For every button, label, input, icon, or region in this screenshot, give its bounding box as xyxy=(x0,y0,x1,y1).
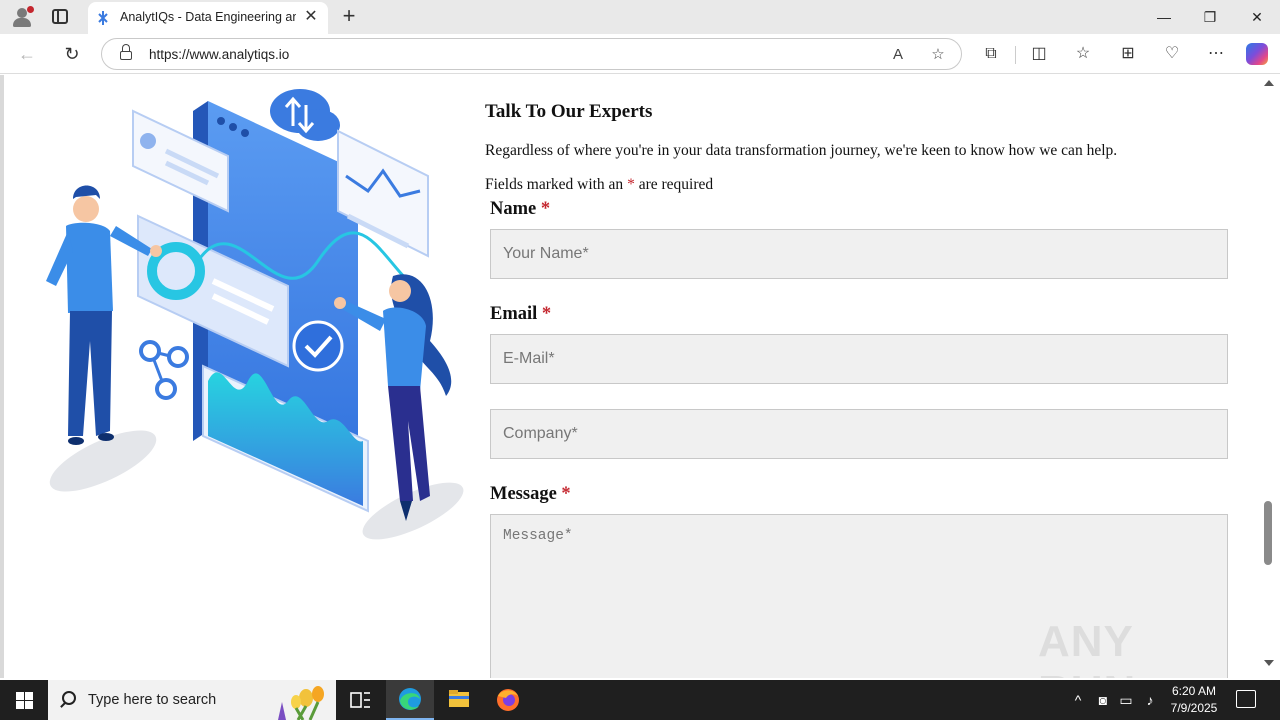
url-text[interactable]: https://www.analytiqs.io xyxy=(149,47,289,62)
extensions-icon[interactable]: ⧉ xyxy=(979,42,1003,66)
anyrun-watermark: ANY RUN xyxy=(1038,611,1233,678)
favorites-icon[interactable]: ☆ xyxy=(1071,42,1095,66)
browser-essentials-icon[interactable]: ♡ xyxy=(1160,42,1184,66)
name-label: Name * xyxy=(490,199,550,220)
form-intro: Regardless of where you're in your data … xyxy=(485,142,1118,159)
refresh-icon[interactable]: ↻ xyxy=(58,40,86,68)
file-explorer-icon[interactable] xyxy=(435,680,483,720)
edge-icon[interactable] xyxy=(386,680,434,720)
required-note-prefix: Fields marked with an xyxy=(485,176,624,193)
page-viewport: Talk To Our Experts Regardless of where … xyxy=(0,75,1280,678)
contact-form: Talk To Our Experts Regardless of where … xyxy=(485,75,1245,678)
minimize-button[interactable]: — xyxy=(1141,0,1187,34)
browser-toolbar: ← ↻ https://www.analytiqs.io A ☆ ⧉ ◫ ☆ ⊞… xyxy=(0,34,1280,74)
tray-chevron-icon[interactable]: ^ xyxy=(1068,690,1088,710)
name-input[interactable] xyxy=(490,229,1228,279)
message-label-text: Message xyxy=(490,484,557,504)
scroll-down-arrow-icon[interactable] xyxy=(1264,660,1274,666)
email-label: Email * xyxy=(490,304,551,325)
read-aloud-icon[interactable]: A xyxy=(886,43,910,67)
required-fields-note: Fields marked with an * are required xyxy=(485,176,713,194)
firefox-icon[interactable] xyxy=(484,680,532,720)
name-required-star: * xyxy=(540,199,551,219)
more-icon[interactable]: ⋯ xyxy=(1204,42,1228,66)
task-view-icon[interactable] xyxy=(336,680,384,720)
message-required-star: * xyxy=(561,484,571,504)
close-window-button[interactable]: ✕ xyxy=(1234,0,1280,34)
taskbar-clock[interactable]: 6:20 AM 7/9/2025 xyxy=(1166,683,1222,717)
scroll-up-arrow-icon[interactable] xyxy=(1264,80,1274,86)
scrollbar-thumb[interactable] xyxy=(1264,501,1272,565)
address-bar[interactable]: https://www.analytiqs.io A ☆ xyxy=(101,38,962,70)
search-icon xyxy=(62,691,76,705)
browser-tab[interactable]: AnalytIQs - Data Engineering and ✕ xyxy=(88,2,328,34)
email-required-star: * xyxy=(541,304,552,324)
taskbar-search-box[interactable]: Type here to search xyxy=(48,680,336,720)
browser-tab-bar: AnalytIQs - Data Engineering and ✕ + — ❐… xyxy=(0,0,1280,34)
volume-icon[interactable]: ♪ xyxy=(1140,690,1160,710)
tab-close-button[interactable]: ✕ xyxy=(302,8,320,26)
meet-now-icon[interactable]: ◙ xyxy=(1093,690,1113,710)
page-left-border xyxy=(0,75,4,678)
collections-icon[interactable]: ⊞ xyxy=(1116,42,1140,66)
favorite-star-icon[interactable]: ☆ xyxy=(926,43,950,67)
search-highlight-flowers-icon xyxy=(278,686,324,720)
email-label-text: Email xyxy=(490,304,538,324)
message-label: Message * xyxy=(490,484,571,505)
windows-start-icon[interactable] xyxy=(0,680,48,720)
search-placeholder: Type here to search xyxy=(88,692,217,708)
clock-time: 6:20 AM xyxy=(1171,684,1217,698)
email-input[interactable] xyxy=(490,334,1228,384)
new-tab-button[interactable]: + xyxy=(338,5,360,27)
watermark-text: ANY RUN xyxy=(1038,617,1135,678)
required-star: * xyxy=(627,176,635,193)
notifications-icon[interactable] xyxy=(1236,690,1256,708)
tab-actions-icon[interactable] xyxy=(52,9,68,24)
network-icon[interactable]: ▭ xyxy=(1116,690,1136,710)
back-icon[interactable]: ← xyxy=(13,40,41,68)
data-analytics-illustration xyxy=(46,89,464,540)
toolbar-divider xyxy=(1015,46,1016,64)
copilot-icon[interactable] xyxy=(1246,43,1268,65)
form-title: Talk To Our Experts xyxy=(485,101,653,122)
restore-button[interactable]: ❐ xyxy=(1187,0,1233,34)
lock-icon[interactable] xyxy=(120,44,132,60)
company-input[interactable] xyxy=(490,409,1228,459)
name-label-text: Name xyxy=(490,199,537,219)
page-scrollbar[interactable] xyxy=(1260,75,1278,678)
profile-icon[interactable] xyxy=(11,6,34,28)
split-screen-icon[interactable]: ◫ xyxy=(1027,42,1051,66)
site-favicon-icon xyxy=(98,11,108,25)
windows-taskbar: Type here to search ^ ◙ ▭ ♪ 6:20 AM 7/9/… xyxy=(0,680,1280,720)
required-note-suffix: are required xyxy=(638,176,714,193)
tab-title: AnalytIQs - Data Engineering and xyxy=(120,10,296,24)
clock-date: 7/9/2025 xyxy=(1170,701,1218,715)
